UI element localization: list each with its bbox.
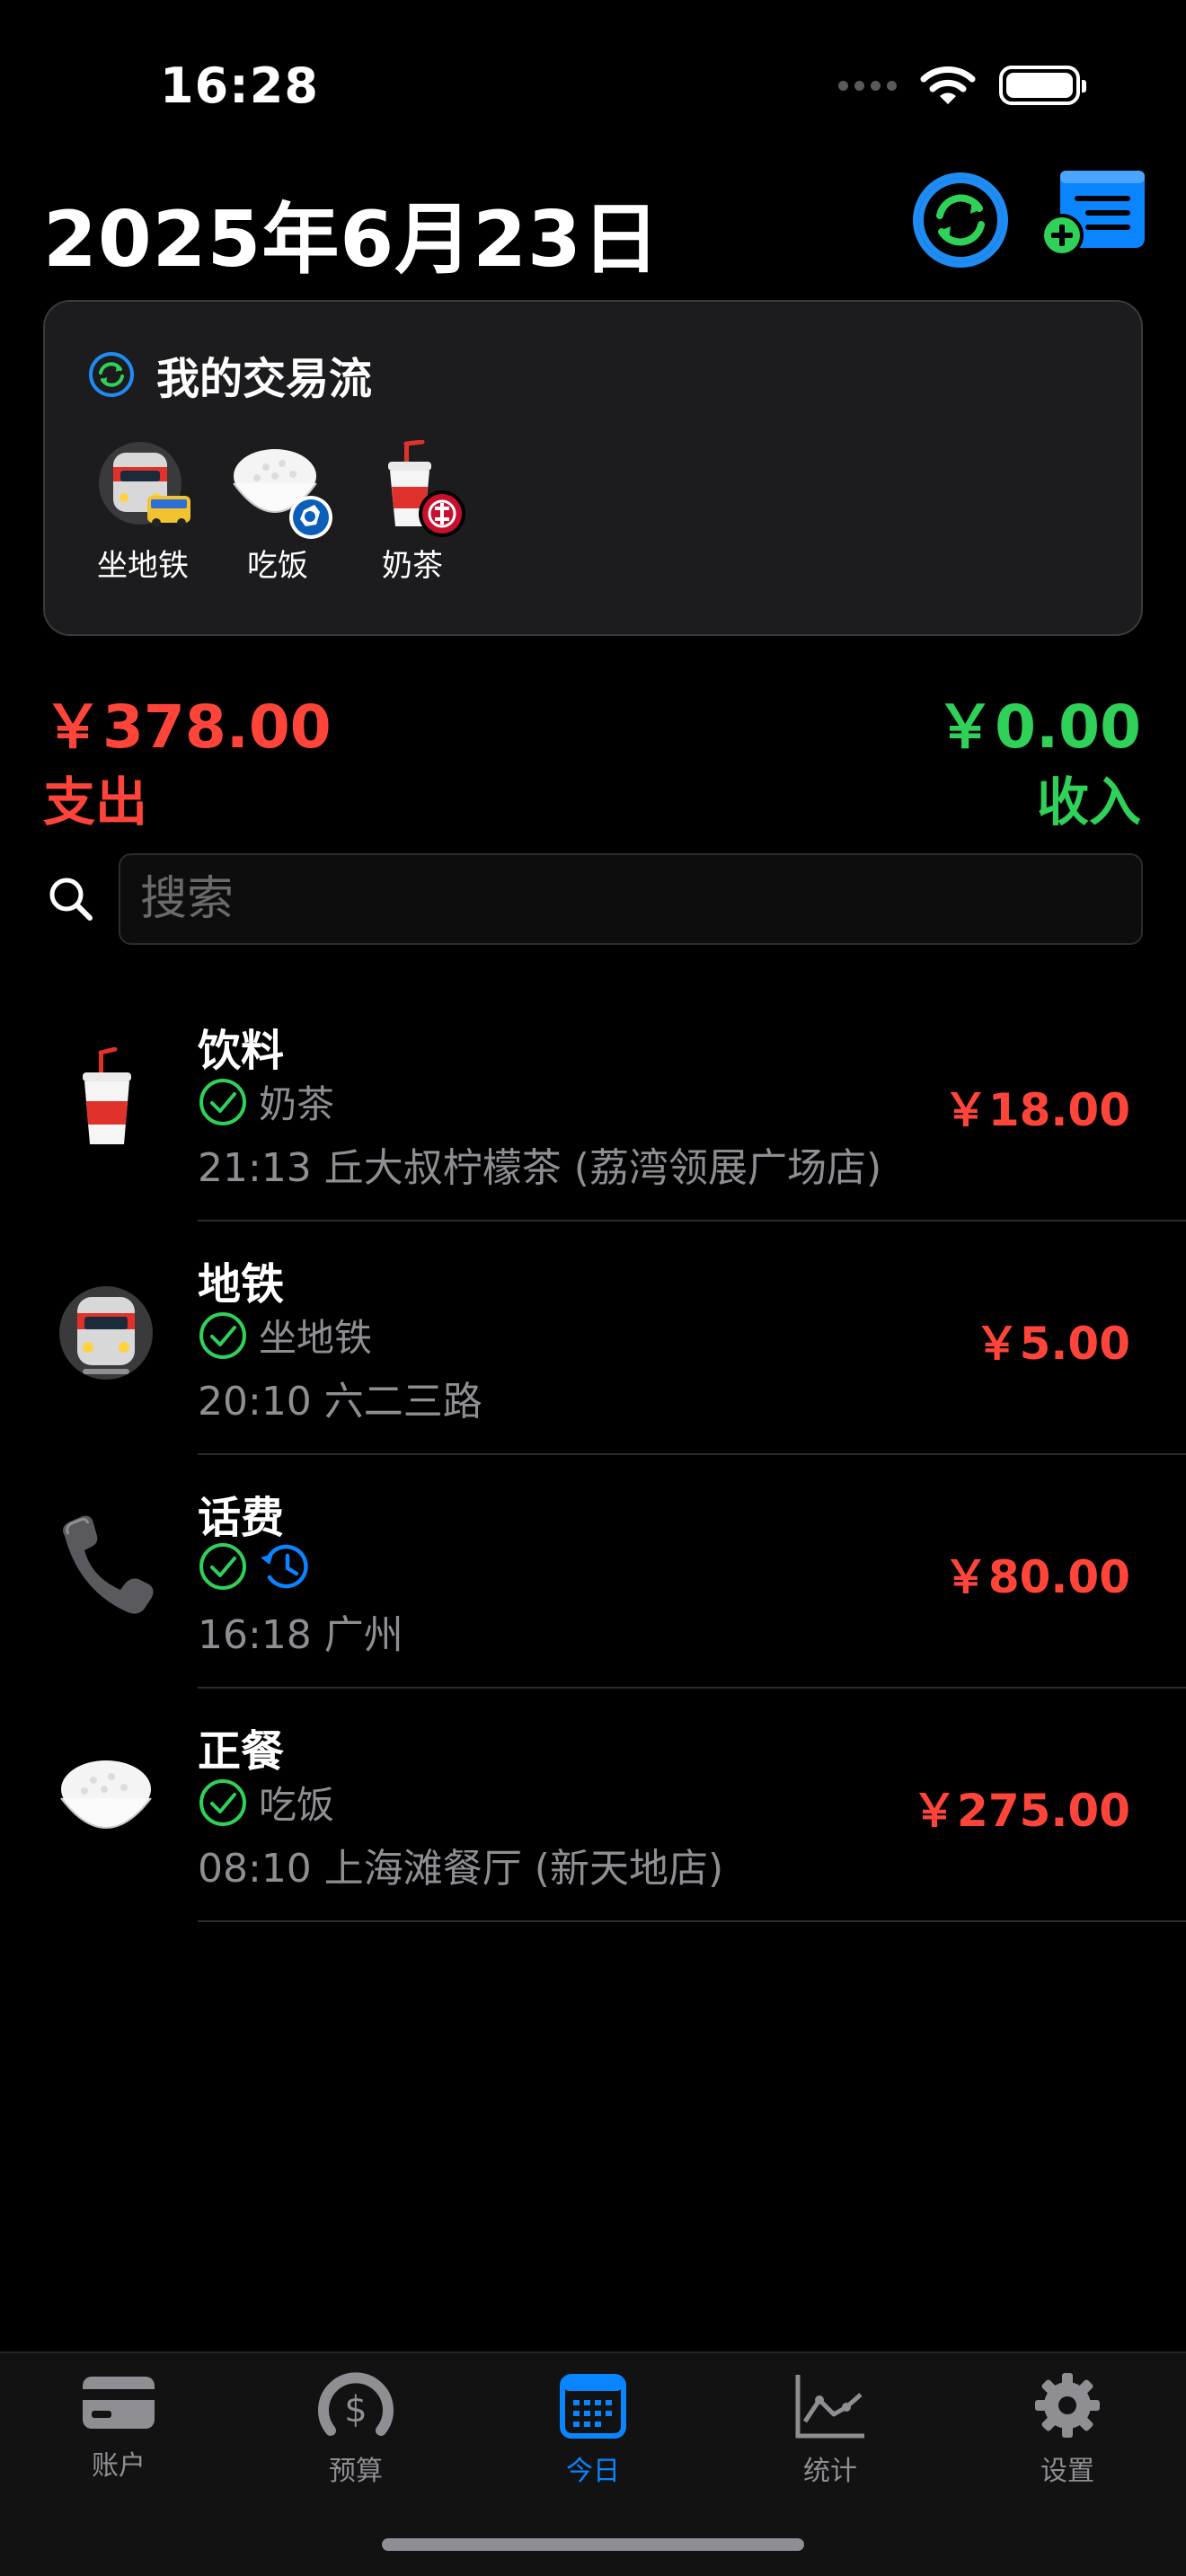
transaction-status-line: 坐地铁	[198, 1308, 372, 1363]
transaction-amount: ￥80.00	[943, 1551, 1130, 1603]
flow-item-label: 坐地铁	[97, 548, 189, 584]
search-input[interactable]	[119, 853, 1143, 945]
transaction-status-line	[198, 1541, 314, 1592]
transaction-amount: ￥275.00	[912, 1785, 1130, 1837]
search-icon	[47, 875, 95, 927]
chart-icon	[795, 2375, 864, 2439]
income-label: 收入	[1036, 772, 1141, 833]
tab-statistics[interactable]: 统计	[740, 2371, 920, 2488]
transaction-status-line: 吃饭	[198, 1775, 334, 1830]
checkmark-circle-icon	[199, 1078, 246, 1125]
flow-item[interactable]: 吃饭	[226, 440, 332, 585]
sync-button[interactable]	[913, 172, 1008, 268]
telephone-icon	[56, 1514, 160, 1619]
transaction-category: 地铁	[198, 1259, 285, 1310]
transaction-tag: 坐地铁	[259, 1316, 373, 1360]
flow-items: 坐地铁 吃饭 奶茶	[92, 439, 465, 585]
tab-today[interactable]: 今日	[503, 2371, 683, 2488]
transaction-amount: ￥18.00	[943, 1084, 1130, 1136]
tab-budget[interactable]: $ 预算	[266, 2371, 446, 2488]
add-list-icon	[1040, 171, 1145, 257]
battery-icon	[999, 66, 1086, 105]
rice-bowl-icon	[56, 1748, 160, 1852]
checkmark-circle-icon	[199, 1778, 246, 1826]
flow-item-label: 奶茶	[382, 548, 443, 584]
transaction-tag: 奶茶	[259, 1082, 335, 1126]
card-icon	[83, 2377, 155, 2429]
transaction-tag: 吃饭	[259, 1783, 335, 1827]
transaction-detail: 20:10 六二三路	[198, 1379, 482, 1425]
transaction-category: 正餐	[198, 1726, 285, 1777]
expense-label: 支出	[43, 772, 148, 833]
transaction-category: 话费	[198, 1493, 285, 1543]
flow-item[interactable]: 坐地铁	[92, 440, 194, 585]
rice-bowl-icon	[230, 440, 332, 539]
status-time: 16:28	[160, 57, 319, 114]
tab-accounts[interactable]: 账户	[29, 2371, 208, 2483]
flow-item-label: 吃饭	[247, 548, 308, 584]
transaction-list: 饮料 奶茶 21:13 丘大叔柠檬茶 (荔湾领展广场店) ￥18.00 地铁 坐…	[0, 988, 1186, 1922]
tab-label: 设置	[1040, 2456, 1094, 2487]
flow-item[interactable]: 奶茶	[361, 439, 465, 585]
drink-cup-icon	[365, 439, 465, 537]
page-title: 2025年6月23日	[43, 195, 660, 285]
transaction-row[interactable]: 正餐 吃饭 08:10 上海滩餐厅 (新天地店) ￥275.00	[0, 1689, 1186, 1922]
transaction-amount: ￥5.00	[974, 1318, 1130, 1370]
transaction-row[interactable]: 饮料 奶茶 21:13 丘大叔柠檬茶 (荔湾领展广场店) ￥18.00	[0, 988, 1186, 1222]
transaction-status-line: 奶茶	[198, 1074, 334, 1129]
sync-icon	[918, 178, 1003, 262]
tab-label: 今日	[566, 2456, 620, 2487]
recurring-clock-icon	[261, 1544, 308, 1589]
add-transaction-button[interactable]	[1039, 171, 1146, 260]
transaction-detail: 21:13 丘大叔柠檬茶 (荔湾领展广场店)	[198, 1145, 882, 1191]
checkmark-circle-icon	[199, 1543, 246, 1590]
transaction-category: 饮料	[198, 1026, 285, 1076]
sync-small-icon	[89, 352, 134, 397]
tab-settings[interactable]: 设置	[978, 2371, 1157, 2488]
flow-card-header: 我的交易流	[88, 343, 372, 406]
svg-text:$: $	[344, 2389, 367, 2430]
income-total: ￥0.00	[935, 693, 1141, 762]
drink-cup-icon	[56, 1046, 160, 1151]
transaction-detail: 08:10 上海滩餐厅 (新天地店)	[198, 1846, 724, 1892]
tab-label: 账户	[92, 2450, 146, 2482]
wifi-icon	[920, 65, 976, 106]
tab-label: 预算	[329, 2456, 383, 2487]
gear-icon	[1035, 2373, 1100, 2438]
calendar-icon	[560, 2374, 626, 2439]
checkmark-circle-icon	[199, 1311, 246, 1359]
subway-icon	[56, 1281, 160, 1385]
expense-total: ￥378.00	[43, 693, 332, 762]
cellular-signal-icon	[838, 80, 897, 91]
transaction-row[interactable]: 地铁 坐地铁 20:10 六二三路 ￥5.00	[0, 1222, 1186, 1455]
status-icons	[838, 65, 1086, 106]
transaction-detail: 16:18 广州	[198, 1612, 403, 1658]
budget-gauge-icon: $	[318, 2372, 394, 2436]
home-indicator	[382, 2538, 804, 2551]
tab-label: 统计	[803, 2456, 857, 2487]
flow-card-title: 我的交易流	[156, 354, 373, 404]
subway-bus-icon	[95, 440, 190, 530]
transaction-flow-card[interactable]: 我的交易流 坐地铁 吃饭 奶茶	[43, 300, 1143, 636]
transaction-row[interactable]: 话费 16:18 广州 ￥80.00	[0, 1455, 1186, 1689]
row-divider	[198, 1920, 1186, 1922]
